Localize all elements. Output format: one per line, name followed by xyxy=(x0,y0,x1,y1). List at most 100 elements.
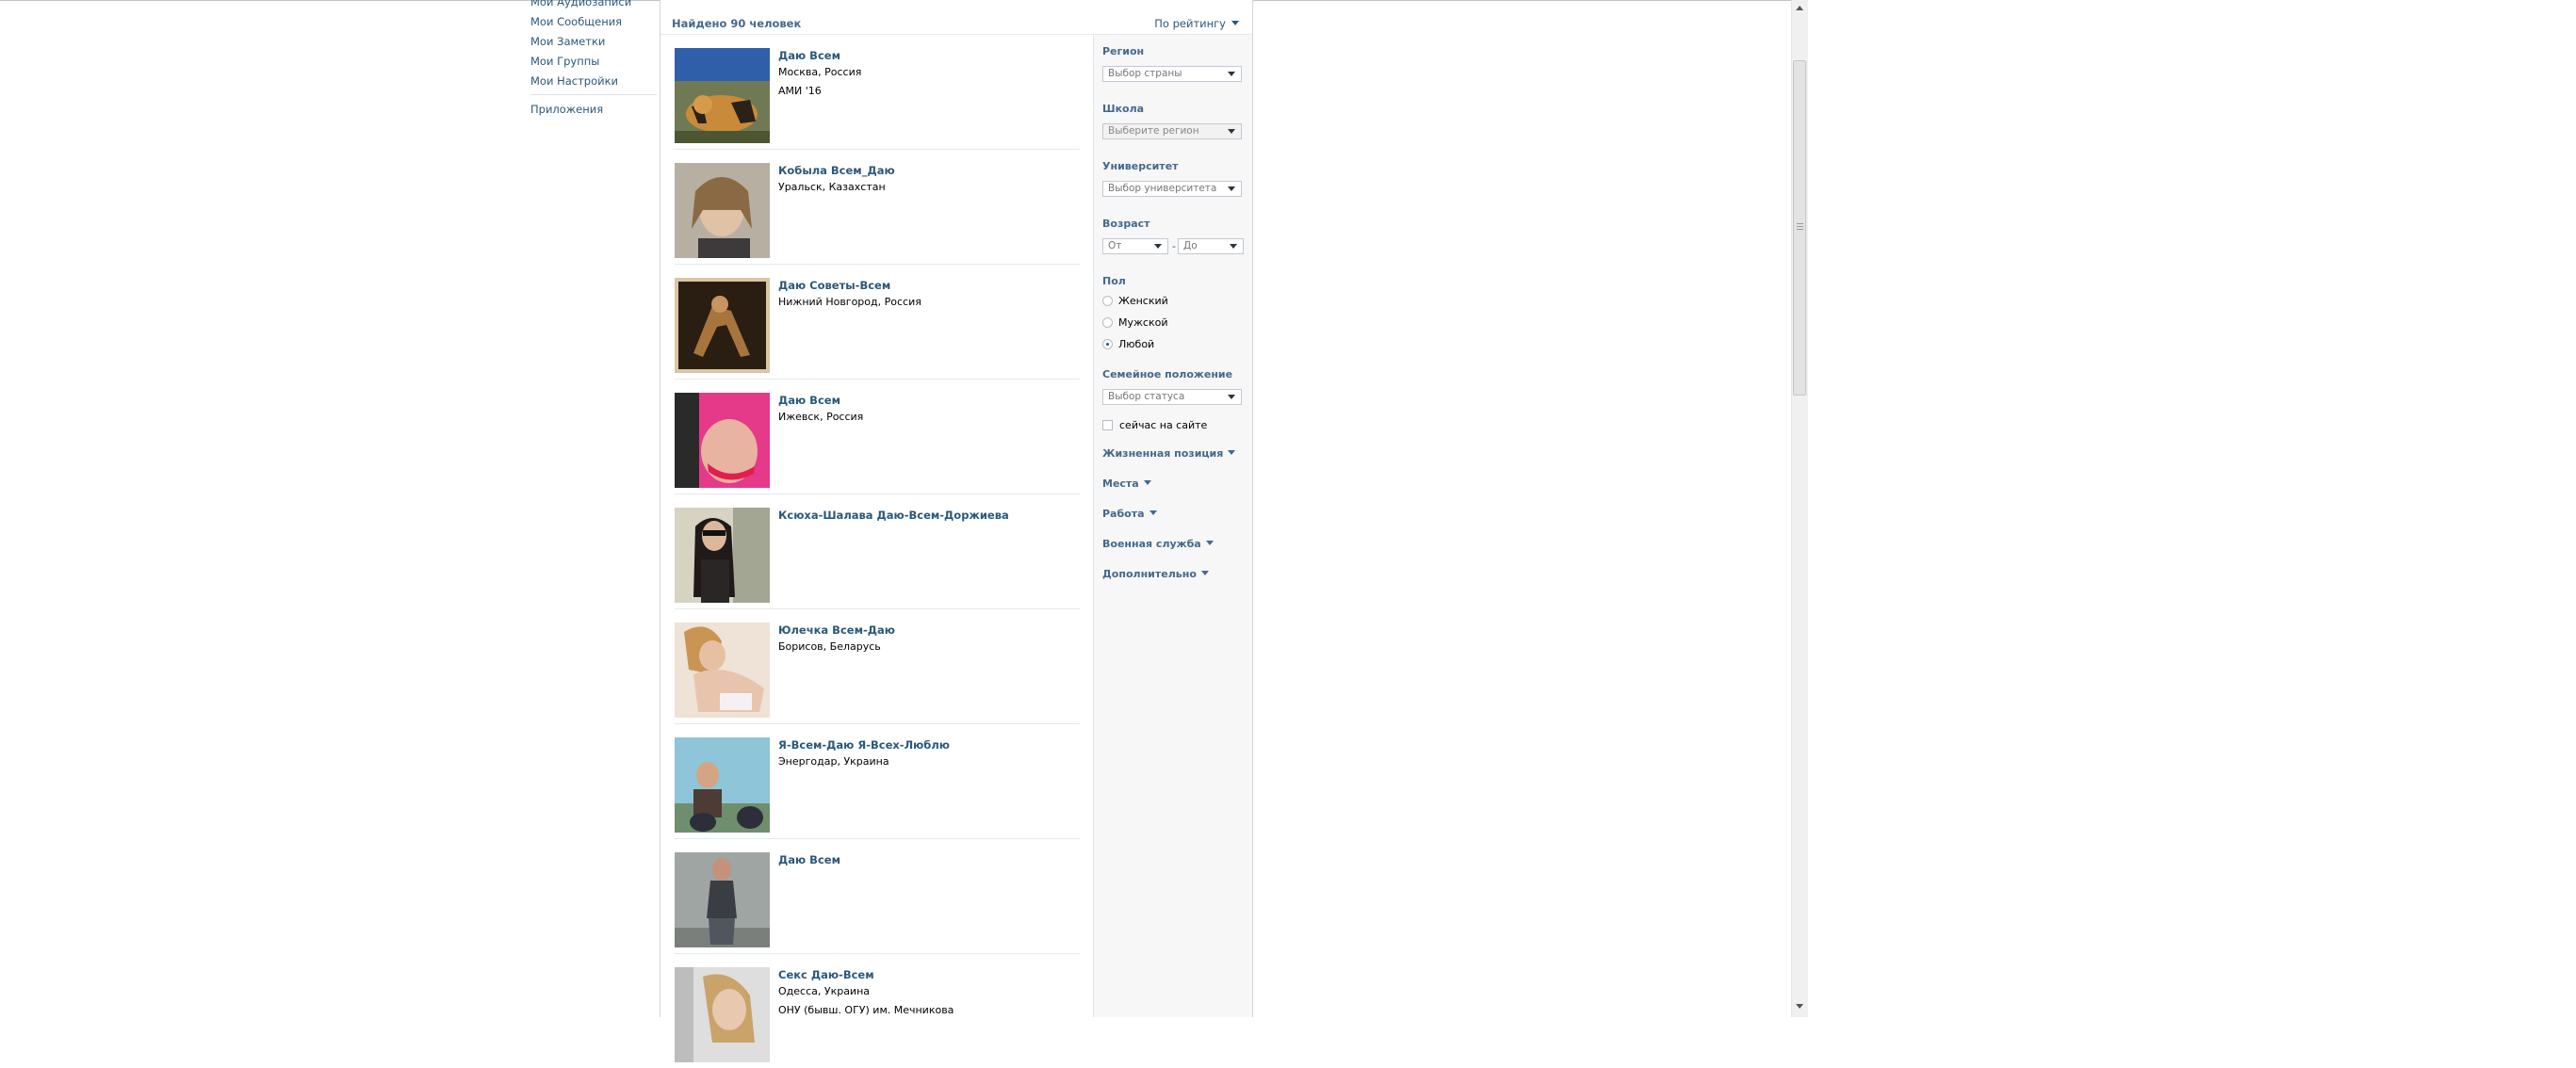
chevron-down-icon xyxy=(1200,571,1209,575)
search-content: Найдено 90 человек По рейтингу Даю Всем … xyxy=(660,0,1253,1062)
filter-status-title: Семейное положение xyxy=(1102,368,1233,380)
result-name[interactable]: Даю Всем xyxy=(778,48,861,63)
result-location: Ижевск, Россия xyxy=(778,411,864,423)
filter-region-title: Регион xyxy=(1102,45,1145,57)
result-location: Нижний Новгород, Россия xyxy=(778,296,921,308)
avatar[interactable] xyxy=(675,737,770,833)
grip-line xyxy=(1797,229,1803,230)
menu-divider xyxy=(530,94,657,95)
chevron-down-icon xyxy=(1205,541,1214,545)
toggle-places[interactable]: Места xyxy=(1102,477,1151,490)
toggle-label: Дополнительно xyxy=(1102,568,1197,580)
chevron-down-icon xyxy=(1149,510,1157,515)
filter-sex-title: Пол xyxy=(1102,275,1126,287)
grip-line xyxy=(1797,226,1803,227)
toggle-additional[interactable]: Дополнительно xyxy=(1102,568,1209,580)
result-location: Уральск, Казахстан xyxy=(778,181,886,193)
menu-item-messages[interactable]: Мои Сообщения xyxy=(530,12,657,32)
avatar[interactable] xyxy=(675,393,770,488)
scroll-thumb[interactable] xyxy=(1793,60,1806,396)
age-from-select[interactable]: От xyxy=(1102,238,1168,254)
chevron-down-icon xyxy=(1228,395,1235,399)
avatar[interactable] xyxy=(675,852,770,947)
result-location: Борисов, Беларусь xyxy=(778,640,881,653)
toggle-label: Военная служба xyxy=(1102,538,1201,550)
result-info: Даю Всем Москва, Россия АМИ '16 xyxy=(778,48,861,100)
result-info: Я-Всем-Даю Я-Всех-Люблю Энергодар, Украи… xyxy=(778,737,950,771)
university-select[interactable]: Выбор университета xyxy=(1102,181,1242,197)
menu-item-apps[interactable]: Приложения xyxy=(530,100,657,120)
chevron-down-icon xyxy=(1154,244,1162,249)
toggle-work[interactable]: Работа xyxy=(1102,508,1157,520)
left-menu: Мои Аудиозаписи Мои Сообщения Мои Заметк… xyxy=(530,0,657,120)
sex-radio-any[interactable]: Любой xyxy=(1102,338,1154,351)
scroll-up-icon[interactable] xyxy=(1796,6,1803,10)
result-name[interactable]: Секс Даю-Всем xyxy=(778,967,954,982)
result-info: Юлечка Всем-Даю Борисов, Беларусь xyxy=(778,623,895,656)
radio-selected-icon xyxy=(1102,339,1113,349)
result-location: Одесса, Украина xyxy=(778,985,871,997)
menu-item-groups[interactable]: Мои Группы xyxy=(530,52,657,72)
scroll-down-icon[interactable] xyxy=(1796,1004,1803,1009)
toggle-label: Работа xyxy=(1102,508,1145,520)
radio-label: Женский xyxy=(1118,295,1168,307)
list-item: Я-Всем-Даю Я-Всех-Люблю Энергодар, Украи… xyxy=(675,724,1080,839)
toggle-life-position[interactable]: Жизненная позиция xyxy=(1102,447,1236,460)
list-item: Кобыла Всем_Даю Уральск, Казахстан xyxy=(675,150,1080,265)
list-item: Даю Всем Ижевск, Россия xyxy=(675,380,1080,494)
result-name[interactable]: Кобыла Всем_Даю xyxy=(778,163,895,178)
radio-icon xyxy=(1102,317,1113,328)
result-info: Даю Всем xyxy=(778,852,840,867)
university-select-value: Выбор университета xyxy=(1108,183,1217,194)
chevron-down-icon xyxy=(1228,129,1235,134)
result-name[interactable]: Ксюха-Шалава Даю-Всем-Доржиева xyxy=(778,508,1009,523)
result-info: Секс Даю-Всем Одесса, Украина ОНУ (бывш.… xyxy=(778,967,954,1019)
online-checkbox[interactable]: сейчас на сайте xyxy=(1102,419,1207,431)
result-name[interactable]: Даю Всем xyxy=(778,393,863,408)
avatar[interactable] xyxy=(675,163,770,258)
result-location: Энергодар, Украина xyxy=(778,755,889,768)
result-name[interactable]: Даю Советы-Всем xyxy=(778,278,921,293)
menu-item-notes[interactable]: Мои Заметки xyxy=(530,32,657,52)
avatar[interactable] xyxy=(675,278,770,373)
avatar[interactable] xyxy=(675,967,770,1062)
age-to-value: До xyxy=(1183,240,1198,251)
avatar[interactable] xyxy=(675,623,770,718)
menu-item-audio[interactable]: Мои Аудиозаписи xyxy=(530,0,657,12)
radio-label: Любой xyxy=(1118,338,1155,350)
list-item: Юлечка Всем-Даю Борисов, Беларусь xyxy=(675,609,1080,724)
status-select[interactable]: Выбор статуса xyxy=(1102,389,1242,405)
chevron-down-icon xyxy=(1228,450,1236,455)
result-education: ОНУ (бывш. ОГУ) им. Мечникова xyxy=(778,1004,954,1016)
avatar[interactable] xyxy=(675,508,770,603)
sort-dropdown[interactable]: По рейтингу xyxy=(1154,17,1239,30)
list-item: Секс Даю-Всем Одесса, Украина ОНУ (бывш.… xyxy=(675,954,1080,1068)
chevron-down-icon xyxy=(1143,480,1151,485)
checkbox-icon xyxy=(1102,420,1113,430)
page-scrollbar[interactable] xyxy=(1791,0,1808,1017)
age-to-select[interactable]: До xyxy=(1178,238,1244,254)
filter-age-title: Возраст xyxy=(1102,218,1150,230)
status-select-value: Выбор статуса xyxy=(1108,391,1185,402)
avatar[interactable] xyxy=(675,48,770,143)
results-count: Найдено 90 человек xyxy=(672,17,802,30)
sort-label: По рейтингу xyxy=(1154,17,1226,30)
result-name[interactable]: Юлечка Всем-Даю xyxy=(778,623,895,638)
school-select-value: Выберите регион xyxy=(1108,125,1199,137)
result-name[interactable]: Даю Всем xyxy=(778,852,840,867)
search-summary: Найдено 90 человек По рейтингу xyxy=(660,0,1252,35)
sex-radio-male[interactable]: Мужской xyxy=(1102,316,1167,330)
chevron-down-icon xyxy=(1231,21,1239,25)
menu-item-settings[interactable]: Мои Настройки xyxy=(530,72,657,91)
country-select[interactable]: Выбор страны xyxy=(1102,66,1242,82)
toggle-military[interactable]: Военная служба xyxy=(1102,538,1214,550)
result-name[interactable]: Я-Всем-Даю Я-Всех-Люблю xyxy=(778,737,950,752)
chevron-down-icon xyxy=(1230,244,1237,249)
grip-line xyxy=(1797,223,1803,224)
sex-radio-female[interactable]: Женский xyxy=(1102,295,1168,308)
result-location: Москва, Россия xyxy=(778,66,862,78)
list-item: Даю Всем Москва, Россия АМИ '16 xyxy=(675,35,1080,150)
chevron-down-icon xyxy=(1228,72,1235,76)
result-info: Кобыла Всем_Даю Уральск, Казахстан xyxy=(778,163,895,197)
school-select[interactable]: Выберите регион xyxy=(1102,123,1242,139)
